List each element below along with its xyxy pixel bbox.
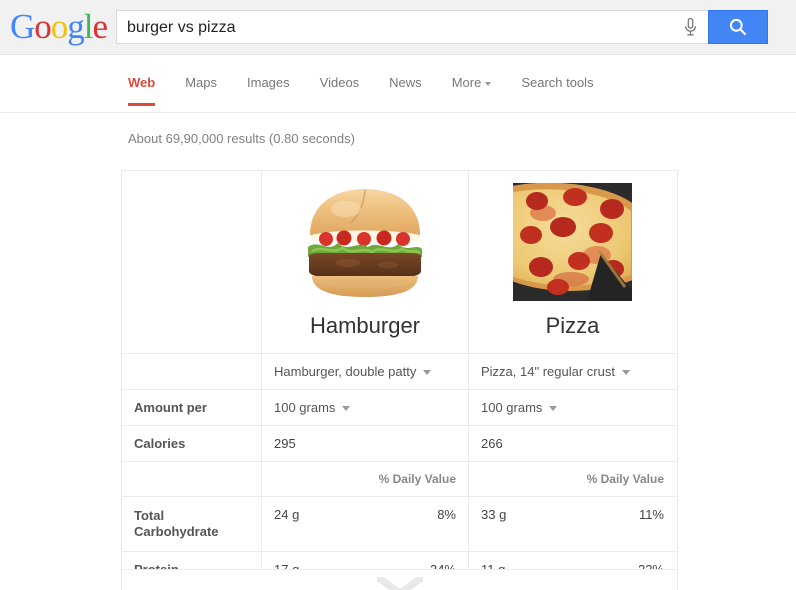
chevron-down-icon [621,370,630,376]
logo-letter-o2: o [50,7,68,46]
tab-search-tools-label: Search tools [521,75,594,90]
chevron-down-icon [549,406,558,412]
tab-web-label: Web [128,75,156,90]
amount-cell-pizza: 100 grams [469,390,676,425]
tab-more[interactable]: More [452,75,492,106]
table-row-calories: Calories 295 266 [122,426,677,462]
row-label-amount-per: Amount per [122,390,262,425]
item-title-pizza: Pizza [545,313,600,338]
tab-videos[interactable]: Videos [320,75,360,106]
search-field[interactable] [116,10,709,45]
tab-news-label: News [389,75,422,90]
chevron-down-icon [423,370,432,376]
row-label-calories: Calories [122,426,262,461]
page-header: Google [0,0,796,55]
search-button[interactable] [708,10,768,44]
variant-dropdown-pizza[interactable]: Pizza, 14" regular crust [481,364,630,379]
carb-percent-hamburger: 8% [437,507,456,522]
pizza-photo [513,183,632,301]
daily-value-empty-label [122,462,262,496]
microphone-icon[interactable] [672,11,709,43]
tab-web[interactable]: Web [128,75,156,106]
amount-label-pizza: 100 grams [481,400,543,415]
carb-cell-pizza: 33 g 11% [469,497,676,551]
logo-letter-o1: o [34,7,51,46]
tab-more-label: More [451,75,482,90]
table-row-total-carbohydrate: Total Carbohydrate 24 g 8% 33 g 11% [122,497,677,552]
hero-cell-hamburger: Hamburger [262,171,469,353]
table-row-amount-per: Amount per 100 grams 100 grams [122,390,677,426]
variant-cell-hamburger: Hamburger, double patty [262,354,469,389]
expand-table-row[interactable] [121,569,678,590]
tab-images[interactable]: Images [247,75,290,106]
tab-images-label: Images [247,75,290,90]
logo-letter-l: l [83,7,94,46]
search-nav: Web Maps Images Videos News More Search … [0,55,796,113]
result-stats: About 69,90,000 results (0.80 seconds) [128,131,355,146]
search-icon [729,18,747,36]
search-bar [116,10,768,45]
carb-cell-hamburger: 24 g 8% [262,497,469,551]
calories-value-pizza: 266 [481,436,503,451]
logo-letter-e: e [92,7,109,46]
tab-videos-label: Videos [319,75,360,90]
calories-value-hamburger: 295 [262,426,469,461]
variant-cell-pizza: Pizza, 14" regular crust [469,354,676,389]
table-row-hero: Hamburger Pizza [122,171,677,354]
tab-maps[interactable]: Maps [185,75,217,106]
tab-maps-label: Maps [185,75,218,90]
google-logo[interactable]: Google [10,7,109,46]
logo-letter-g2: g [67,7,84,46]
search-input[interactable] [125,11,669,45]
carb-amount-pizza: 33 g [481,507,507,522]
variant-empty-label [122,354,262,389]
carb-percent-pizza: 11% [638,507,664,522]
amount-label-hamburger: 100 grams [274,400,336,415]
tab-news[interactable]: News [389,75,422,106]
nav-tabs: Web Maps Images Videos News More Search … [128,75,624,106]
hamburger-photo [308,189,422,297]
variant-label-pizza: Pizza, 14" regular crust [481,364,615,379]
daily-value-header-pizza: % Daily Value [586,472,664,486]
carb-amount-hamburger: 24 g [274,507,300,522]
item-title-hamburger: Hamburger [309,313,421,338]
hero-empty-cell [122,171,262,353]
hero-cell-pizza: Pizza [469,171,676,353]
chevron-down-icon [485,81,492,86]
chevron-down-icon [376,577,423,590]
tab-search-tools[interactable]: Search tools [521,75,593,106]
table-row-daily-value-header: % Daily Value % Daily Value [122,462,677,497]
logo-letter-g1: G [10,7,35,46]
daily-value-header-hamburger: % Daily Value [262,462,469,496]
chevron-down-icon [342,406,351,412]
amount-cell-hamburger: 100 grams [262,390,469,425]
amount-dropdown-hamburger[interactable]: 100 grams [274,400,351,415]
amount-dropdown-pizza[interactable]: 100 grams [481,400,558,415]
variant-dropdown-hamburger[interactable]: Hamburger, double patty [274,364,432,379]
variant-label-hamburger: Hamburger, double patty [274,364,417,379]
comparison-table: Hamburger Pizza Hamburger, double patty … [121,170,678,587]
table-row-variant: Hamburger, double patty Pizza, 14" regul… [122,354,677,390]
row-label-total-carbohydrate: Total Carbohydrate [122,497,262,551]
